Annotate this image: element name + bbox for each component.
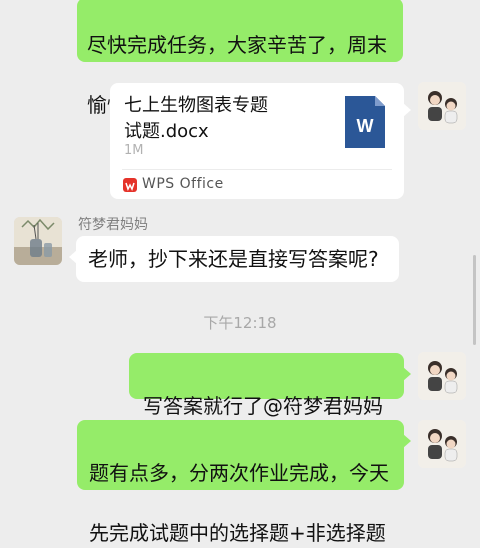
word-doc-icon: W — [345, 96, 385, 148]
file-name: 七上生物图表专题 试题.docx — [124, 95, 268, 142]
source-app-label: WPS Office — [142, 176, 224, 192]
outgoing-message-bubble[interactable]: 写答案就行了@符梦君妈妈 — [129, 353, 411, 418]
message-text-line: 题有点多，分两次作业完成，今天 — [89, 461, 389, 485]
my-avatar[interactable] — [418, 420, 466, 468]
message-text-line: 尽快完成任务，大家辛苦了，周末 — [87, 33, 387, 57]
file-message-card[interactable]: 七上生物图表专题 试题.docx W 1M WPS Office — [110, 83, 411, 199]
message-text: 老师，抄下来还是直接写答案呢? — [88, 247, 379, 271]
timestamp: 下午12:18 — [203, 314, 277, 332]
incoming-message-bubble[interactable]: 老师，抄下来还是直接写答案呢? — [69, 236, 399, 282]
wps-logo-icon — [123, 178, 137, 192]
my-avatar[interactable] — [418, 352, 466, 400]
card-divider — [122, 169, 392, 170]
sender-avatar[interactable] — [14, 217, 62, 265]
file-size: 1M — [124, 143, 144, 158]
my-avatar[interactable] — [418, 82, 466, 130]
sender-name: 符梦君妈妈 — [78, 217, 148, 233]
word-icon-letter: W — [357, 116, 374, 136]
message-text-line: 先完成试题中的选择题+非选择题 — [89, 521, 386, 545]
scroll-indicator[interactable] — [473, 255, 476, 345]
outgoing-message-bubble[interactable]: 尽快完成任务，大家辛苦了，周末 愉快😁😁 — [77, 0, 403, 117]
message-text: 写答案就行了@符梦君妈妈 — [143, 394, 383, 418]
